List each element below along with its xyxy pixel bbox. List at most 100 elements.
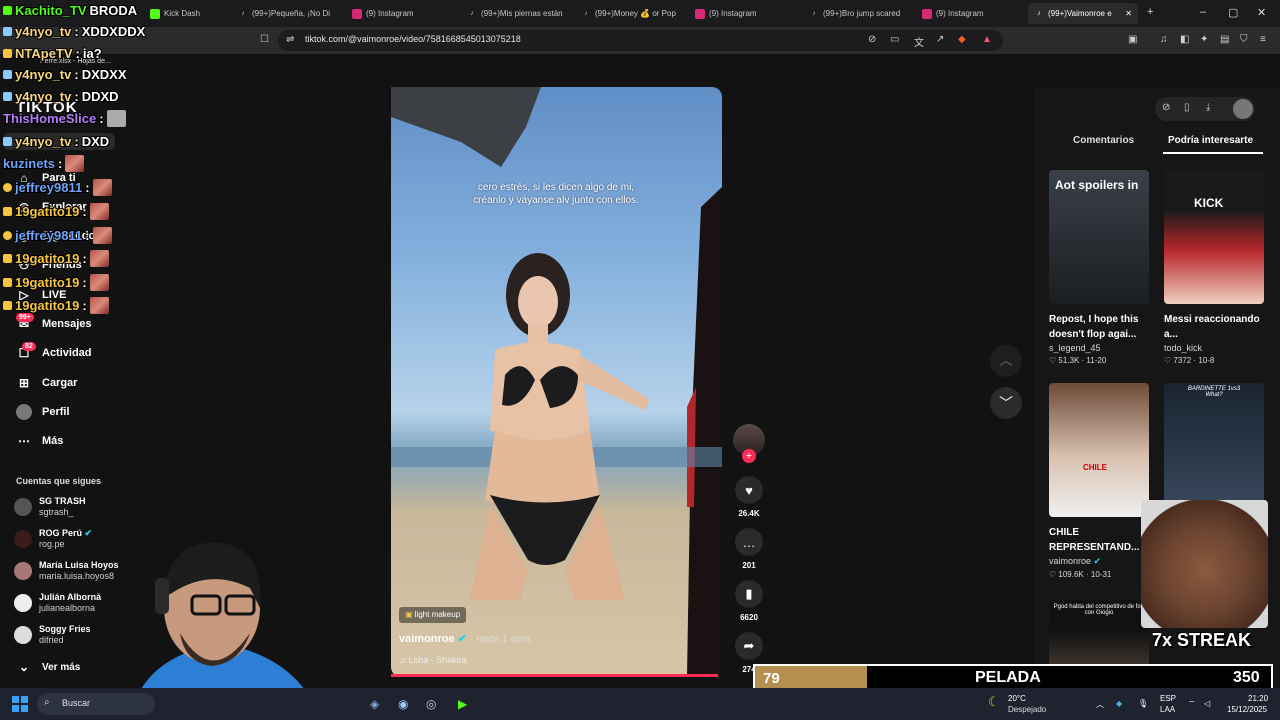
maximize-button[interactable]: ▢ bbox=[1228, 6, 1238, 19]
more-icon: ⋯ bbox=[18, 434, 30, 448]
nav-upload[interactable]: ⊞ Cargar bbox=[16, 375, 78, 391]
score-label: PELADA bbox=[975, 669, 1041, 686]
see-more-button[interactable]: ⌄ Ver más bbox=[16, 659, 80, 675]
following-account[interactable]: Julián Albornà julianealborna bbox=[14, 592, 101, 614]
user-avatar[interactable] bbox=[1233, 99, 1253, 119]
share-page-icon[interactable]: ↗ bbox=[936, 34, 944, 45]
score-right: 350 bbox=[1233, 669, 1260, 686]
tab-kick-dash[interactable]: Kick Dash bbox=[150, 3, 220, 24]
bookmark-icon[interactable]: ☐ bbox=[260, 34, 269, 45]
video-caption-overlay: cero estrés, si les dicen algo de mi, cr… bbox=[473, 182, 639, 206]
crown-icon bbox=[3, 278, 12, 287]
follow-plus-icon[interactable]: + bbox=[742, 449, 756, 463]
volume-icon[interactable]: ◁ bbox=[1204, 699, 1210, 708]
like-button[interactable]: ♥ 26.4K bbox=[734, 476, 764, 518]
video-progress-bar[interactable] bbox=[391, 674, 718, 677]
brave-shield-icon[interactable]: ◆ bbox=[958, 34, 966, 45]
cast-icon[interactable]: ▭ bbox=[890, 34, 899, 45]
minimize-button[interactable]: – bbox=[1200, 6, 1206, 18]
nav-profile[interactable]: Perfil bbox=[16, 404, 70, 420]
instagram-icon bbox=[922, 8, 932, 19]
chat-message: y4nyo_tv: DXD bbox=[3, 133, 116, 150]
wifi-icon[interactable]: ⌔ bbox=[1188, 699, 1196, 709]
taskbar-search[interactable]: Buscar bbox=[37, 693, 155, 715]
keyboard-layout[interactable]: LAA bbox=[1160, 705, 1175, 714]
video-song[interactable]: ♫ Loba - Shakira bbox=[399, 655, 467, 665]
weather-temp: 20°C bbox=[1008, 694, 1026, 703]
chat-message: y4nyo_tv: DXDXX bbox=[3, 67, 127, 82]
tab-instagram-3[interactable]: (9) Instagram bbox=[922, 3, 1022, 24]
app-icon[interactable]: ◈ bbox=[370, 697, 379, 711]
suggested-video-card[interactable]: CHILE CHILE REPRESENTAND... vaimonroe ✔ … bbox=[1049, 383, 1149, 579]
suggested-video-card[interactable]: Aot spoilers in Repost, I hope this does… bbox=[1049, 170, 1149, 365]
effect-label[interactable]: ▣ light makeup bbox=[399, 607, 467, 623]
tab-strip: Kick Dash ♪ (99+)Pequeña, ¡No Di (9) Inst… bbox=[0, 0, 1280, 27]
comment-button[interactable]: … 201 bbox=[734, 528, 764, 570]
chat-message: ThisHomeSlice: bbox=[3, 110, 126, 127]
upload-icon: ⊞ bbox=[18, 376, 30, 390]
tab-tiktok-3[interactable]: ♪ (99+)Money 💰 or Pop bbox=[581, 3, 681, 24]
score-left: 79 bbox=[763, 670, 780, 687]
emote bbox=[89, 274, 109, 291]
video-author[interactable]: vaimonroe ✔ · Hace 1 sem. bbox=[399, 632, 532, 645]
following-account[interactable]: Soggy Fries difried bbox=[14, 624, 91, 646]
tab-tiktok-2[interactable]: ♪ (99+)Mis piernas están bbox=[467, 3, 567, 24]
nav-more[interactable]: ⋯ Más bbox=[16, 433, 63, 449]
suggested-video-card[interactable]: KICK Messi reaccionando a... todo_kick ♡… bbox=[1164, 170, 1264, 365]
suggested-video-card[interactable]: BARDINETTE 1vs3 What? bbox=[1164, 383, 1264, 517]
compass-icon[interactable]: ⊘ bbox=[1162, 102, 1170, 113]
video-thumbnail: CHILE bbox=[1049, 383, 1149, 517]
following-account[interactable]: SG TRASH sgtrash_ bbox=[14, 496, 86, 518]
previous-video-button[interactable]: ︿ bbox=[990, 345, 1022, 377]
rewards-icon[interactable]: ▲ bbox=[982, 34, 992, 45]
tab-tiktok-1[interactable]: ♪ (99+)Pequeña, ¡No Di bbox=[238, 3, 338, 24]
tab-instagram-1[interactable]: (9) Instagram bbox=[352, 3, 452, 24]
bookmark-button[interactable]: ▮ 6620 bbox=[734, 580, 764, 622]
microphone-icon[interactable]: 🎙 bbox=[1138, 699, 1148, 708]
tab-tiktok-active[interactable]: ♪ (99+)Vaimonroe e ✕ bbox=[1028, 3, 1138, 24]
badge-icon bbox=[3, 92, 12, 101]
reader-icon[interactable]: ⊘ bbox=[868, 34, 876, 45]
video-thumbnail: BARDINETTE 1vs3 What? bbox=[1164, 383, 1264, 517]
tray-app-icon[interactable]: ◆ bbox=[1116, 699, 1122, 708]
heart-icon: ♡ bbox=[1049, 356, 1057, 365]
sidebar-icon[interactable]: ◧ bbox=[1180, 34, 1189, 45]
url-text: tiktok.com/@vaimonroe/video/758166854501… bbox=[305, 34, 521, 44]
translate-icon[interactable]: 文 bbox=[914, 34, 924, 49]
music-icon[interactable]: ♫ bbox=[1160, 34, 1168, 45]
kick-app-icon[interactable]: ▶ bbox=[458, 697, 467, 711]
chat-message: y4nyo_tv: DDXD bbox=[3, 89, 119, 104]
crown-icon bbox=[3, 254, 12, 263]
tiktok-icon: ♪ bbox=[584, 10, 588, 17]
steam-icon[interactable]: ◉ bbox=[398, 697, 408, 711]
obs-icon[interactable]: ◎ bbox=[426, 697, 436, 711]
windows-start-icon[interactable] bbox=[12, 696, 28, 712]
vpn-icon[interactable]: ⛉ bbox=[1240, 34, 1248, 45]
activity-badge: 82 bbox=[22, 342, 36, 351]
site-info-icon[interactable]: ⇌ bbox=[286, 34, 294, 45]
tab-instagram-2[interactable]: (9) Instagram bbox=[695, 3, 795, 24]
chevron-up-icon[interactable]: ︿ bbox=[1096, 699, 1104, 710]
meme-face-overlay bbox=[1141, 500, 1268, 628]
sidebar-toggle-icon[interactable]: ▣ bbox=[1128, 34, 1137, 45]
menu-icon[interactable]: ≡ bbox=[1260, 34, 1266, 45]
close-window-button[interactable]: ✕ bbox=[1257, 6, 1266, 19]
extension-icon[interactable]: ✦ bbox=[1200, 34, 1208, 45]
close-tab-icon[interactable]: ✕ bbox=[1125, 9, 1132, 18]
tab-tiktok-4[interactable]: ♪ (99+)Bro jump scared bbox=[809, 3, 909, 24]
search-icon: ⌕ bbox=[44, 697, 50, 708]
wallet-icon[interactable]: ▤ bbox=[1220, 34, 1229, 45]
next-video-button[interactable]: ﹀ bbox=[990, 387, 1022, 419]
download-icon[interactable]: ⤓ bbox=[1206, 102, 1210, 113]
weather-desc: Despejado bbox=[1008, 705, 1047, 714]
following-title: Cuentas que sigues bbox=[16, 476, 102, 486]
video-thumbnail: Aot spoilers in bbox=[1049, 170, 1149, 304]
following-account[interactable]: ROG Perú ✔ rog.pe bbox=[14, 528, 92, 550]
language-code[interactable]: ESP bbox=[1160, 694, 1176, 703]
badge-icon bbox=[3, 137, 12, 146]
tab-suggested[interactable]: Podría interesarte bbox=[1168, 135, 1253, 146]
tab-comments[interactable]: Comentarios bbox=[1073, 135, 1134, 146]
phone-icon[interactable]: ▯ bbox=[1184, 102, 1190, 113]
new-tab-button[interactable]: + bbox=[1147, 6, 1153, 18]
active-tab-indicator bbox=[1163, 152, 1263, 154]
